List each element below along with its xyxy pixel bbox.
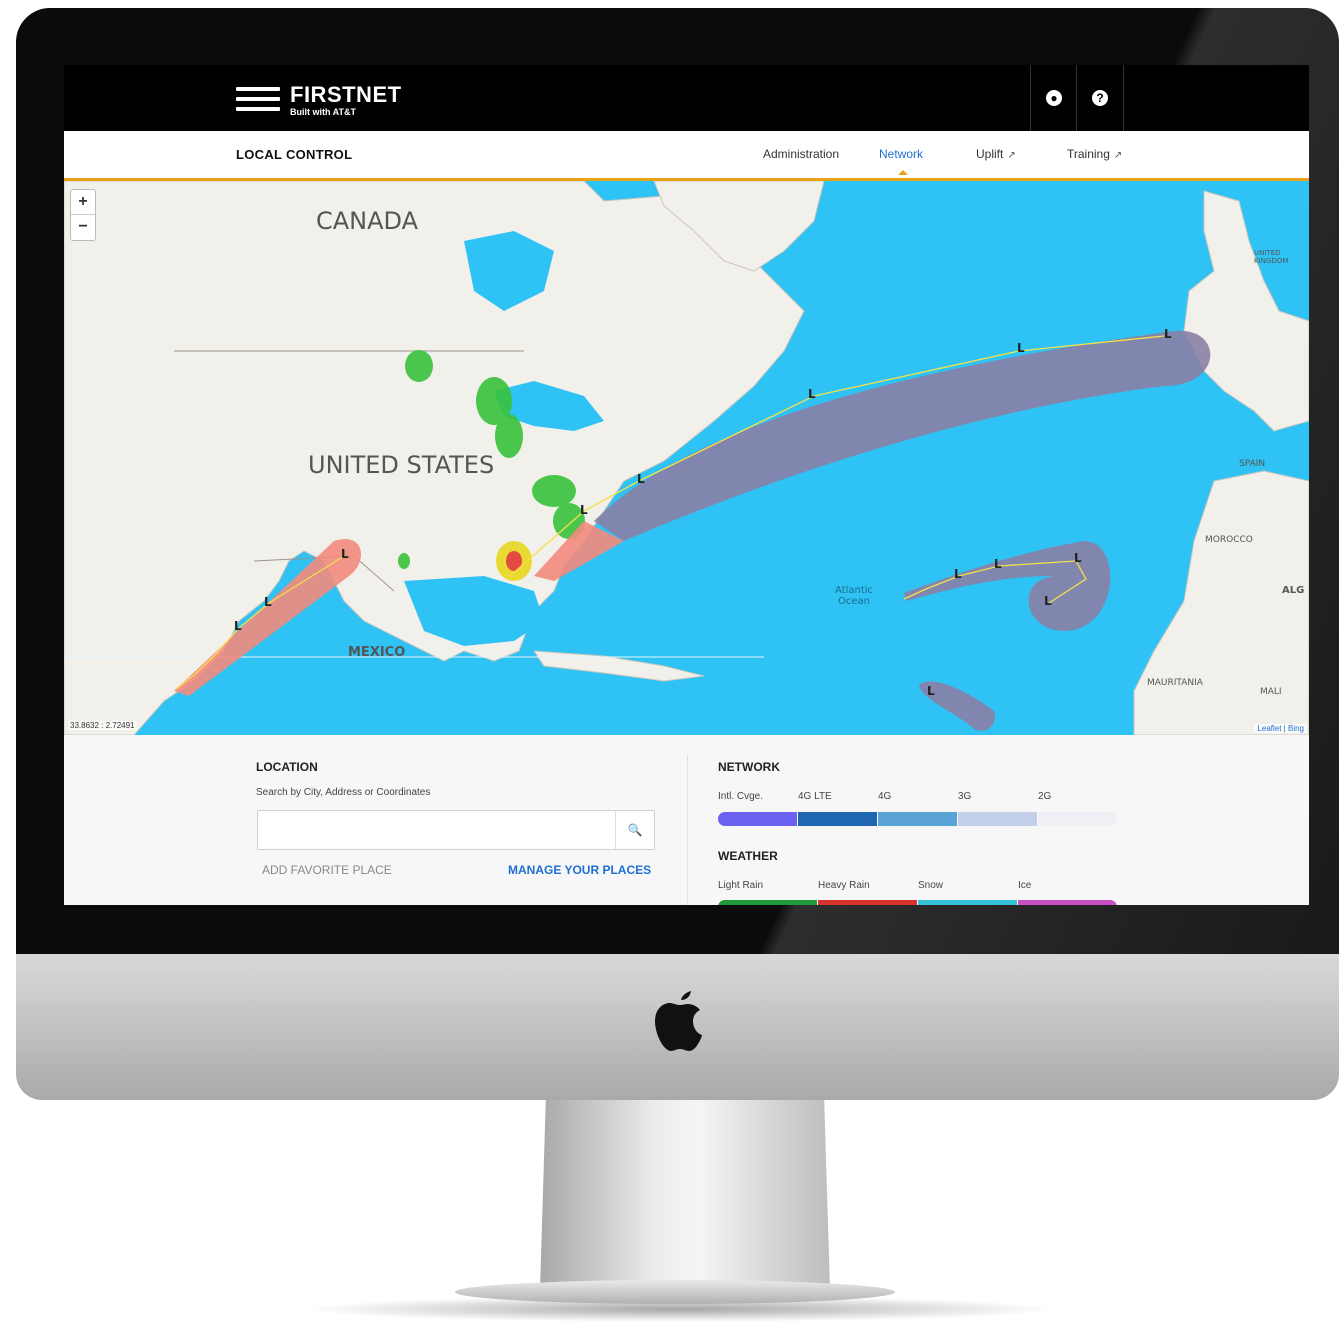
- active-tab-indicator: [898, 170, 908, 175]
- legend-swatch-intl: [718, 812, 797, 826]
- label-united-kingdom: UNITED KINGDOM: [1254, 249, 1289, 265]
- europe-landmass: [1183, 190, 1309, 432]
- account-button[interactable]: ●: [1030, 65, 1077, 131]
- legend-label-snow: Snow: [918, 880, 944, 891]
- storm-marker[interactable]: L: [808, 387, 816, 401]
- help-icon: ?: [1092, 90, 1108, 106]
- tab-training-label: Training: [1067, 147, 1110, 161]
- location-hint: Search by City, Address or Coordinates: [256, 787, 431, 798]
- storm-marker[interactable]: L: [994, 557, 1002, 571]
- apple-logo-icon: [655, 991, 702, 1051]
- storm-marker[interactable]: L: [1164, 327, 1172, 341]
- label-spain: SPAIN: [1239, 459, 1266, 469]
- legend-label-3g: 3G: [958, 791, 972, 802]
- legend-swatch-ice: [1018, 900, 1117, 905]
- label-canada: CANADA: [316, 207, 419, 235]
- legend-label-ice: Ice: [1018, 880, 1032, 891]
- add-favorite-place-link[interactable]: ADD FAVORITE PLACE: [262, 863, 392, 877]
- legend-label-2g: 2G: [1038, 791, 1052, 802]
- storm-marker[interactable]: L: [234, 619, 242, 633]
- storm-marker[interactable]: L: [1074, 551, 1082, 565]
- tab-administration[interactable]: Administration: [763, 147, 839, 161]
- legend-swatch-4g-lte: [798, 812, 877, 826]
- external-link-icon: ↗: [1113, 150, 1123, 161]
- storm-marker[interactable]: L: [580, 503, 588, 517]
- search-button[interactable]: 🔍: [615, 811, 654, 849]
- weather-heading: WEATHER: [718, 849, 778, 863]
- label-mali: MALI: [1260, 687, 1282, 697]
- monitor-stand-base: [455, 1280, 895, 1304]
- zoom-out-button[interactable]: −: [71, 215, 95, 239]
- legend-label-4g: 4G: [878, 791, 892, 802]
- storm-marker[interactable]: L: [637, 472, 645, 486]
- page-title: LOCAL CONTROL: [236, 147, 353, 162]
- caribbean-islands: [533, 650, 705, 682]
- location-search: 🔍: [257, 810, 655, 850]
- legend-swatch-3g: [958, 812, 1037, 826]
- legend-label-intl: Intl. Cvge.: [718, 791, 764, 802]
- storm-marker[interactable]: L: [341, 547, 349, 561]
- legend-label-light-rain: Light Rain: [718, 880, 764, 891]
- zoom-in-button[interactable]: +: [71, 190, 95, 215]
- legend-swatch-heavy-rain: [818, 900, 917, 905]
- africa-landmass: [1133, 470, 1309, 735]
- brand-tagline: Built with AT&T: [290, 107, 356, 117]
- coordinate-readout: 33.8632 : 2.72491: [68, 721, 137, 730]
- map-attribution[interactable]: Leaflet | Bing: [1254, 724, 1307, 733]
- search-icon: 🔍: [627, 823, 643, 837]
- tab-uplift-label: Uplift: [976, 147, 1004, 161]
- label-morocco: MOROCCO: [1205, 535, 1253, 545]
- help-button[interactable]: ?: [1076, 65, 1124, 131]
- user-icon: ●: [1046, 90, 1062, 106]
- zoom-control: + −: [70, 189, 96, 241]
- tab-uplift[interactable]: Uplift ↗: [976, 147, 1016, 161]
- legend-swatch-light-rain: [718, 900, 817, 905]
- top-bar: FIRSTNET Built with AT&T ● ?: [64, 65, 1309, 131]
- legend-label-heavy-rain: Heavy Rain: [818, 880, 870, 891]
- map-canvas: [64, 181, 1309, 735]
- legend-swatch-snow: [918, 900, 1017, 905]
- weather-map[interactable]: L L L L L L L L L L L L L CANADA UNITED …: [64, 181, 1309, 735]
- label-mexico: MEXICO: [348, 645, 406, 660]
- legend-label-4g-lte: 4G LTE: [798, 791, 832, 802]
- legend-swatch-2g: [1038, 812, 1117, 826]
- external-link-icon: ↗: [1007, 150, 1016, 161]
- location-heading: LOCATION: [256, 760, 318, 774]
- storm-marker[interactable]: L: [1044, 594, 1052, 608]
- monitor-stand: [540, 1100, 830, 1290]
- label-atlantic-ocean: Atlantic Ocean: [834, 585, 874, 607]
- screen: FIRSTNET Built with AT&T ● ? LOCAL CONTR…: [64, 65, 1309, 905]
- label-united-states: UNITED STATES: [308, 451, 495, 479]
- sub-navigation: LOCAL CONTROL Administration Network Upl…: [64, 131, 1309, 181]
- storm-marker[interactable]: L: [927, 684, 935, 698]
- brand-name: FIRSTNET: [290, 82, 402, 107]
- location-search-input[interactable]: [258, 811, 624, 847]
- label-alg: ALG: [1282, 585, 1305, 596]
- storm-marker[interactable]: L: [954, 567, 962, 581]
- menu-icon[interactable]: [236, 87, 280, 117]
- brand-logo[interactable]: FIRSTNET Built with AT&T: [290, 83, 402, 118]
- storm-marker[interactable]: L: [264, 595, 272, 609]
- manage-places-link[interactable]: MANAGE YOUR PLACES: [508, 863, 651, 877]
- label-mauritania: MAURITANIA: [1147, 678, 1203, 688]
- panel-divider: [687, 755, 688, 905]
- network-heading: NETWORK: [718, 760, 780, 774]
- legend-swatch-4g: [878, 812, 957, 826]
- tab-network[interactable]: Network: [879, 147, 923, 161]
- tab-training[interactable]: Training ↗: [1067, 147, 1122, 161]
- storm-marker[interactable]: L: [1017, 341, 1025, 355]
